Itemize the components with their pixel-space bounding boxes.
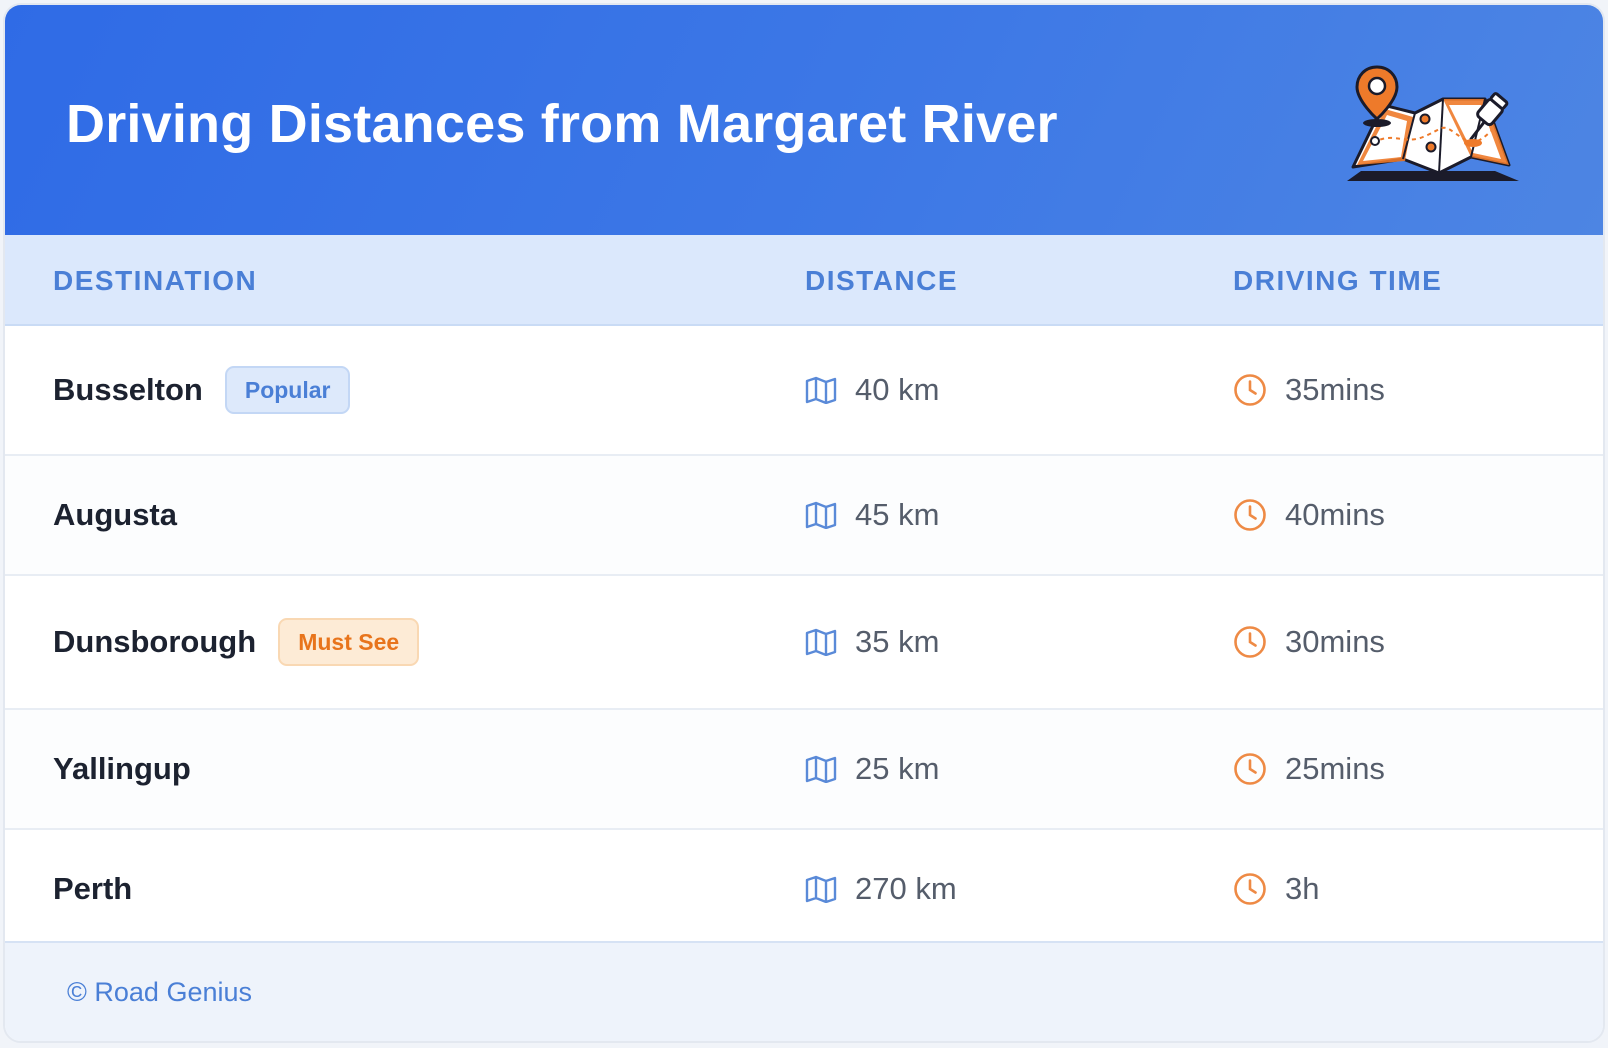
- distance-cell: 270 km: [805, 871, 957, 907]
- distance-value: 35 km: [855, 624, 940, 659]
- column-header-distance: DISTANCE: [805, 265, 959, 296]
- page-title: Driving Distances from Margaret River: [66, 94, 1058, 154]
- time-cell: 40mins: [1233, 497, 1385, 533]
- table-row: Dunsborough Must See 35 km 30mins: [5, 576, 1603, 710]
- distance-table-card: Driving Distances from Margaret River DE…: [3, 3, 1605, 1043]
- map-with-pins-icon: [1347, 65, 1519, 181]
- distance-value: 270 km: [855, 871, 957, 906]
- column-header-driving-time: DRIVING TIME: [1233, 265, 1443, 296]
- distance-cell: 45 km: [805, 497, 939, 533]
- table-row: Augusta 45 km 40mins: [5, 456, 1603, 576]
- table-row: Busselton Popular 40 km 35mins: [5, 326, 1603, 456]
- table-row: Perth 270 km 3h: [5, 830, 1603, 950]
- table-row: Yallingup 25 km 25mins: [5, 710, 1603, 830]
- destination-name: Augusta: [53, 497, 177, 532]
- distance-value: 45 km: [855, 497, 940, 532]
- map-icon: [805, 875, 837, 903]
- distance-cell: 25 km: [805, 751, 939, 787]
- map-icon: [805, 376, 837, 404]
- footer: © Road Genius: [5, 941, 1603, 1041]
- map-icon: [805, 501, 837, 529]
- clock-icon: [1233, 498, 1267, 532]
- destination-cell: Augusta: [53, 497, 177, 533]
- destination-cell: Yallingup: [53, 751, 191, 787]
- time-value: 3h: [1285, 871, 1320, 906]
- time-cell: 30mins: [1233, 624, 1385, 660]
- clock-icon: [1233, 625, 1267, 659]
- destination-name: Dunsborough: [53, 624, 257, 659]
- distance-cell: 35 km: [805, 624, 939, 660]
- copyright-text: © Road Genius: [67, 977, 252, 1007]
- time-cell: 3h: [1233, 871, 1319, 907]
- map-icon: [805, 628, 837, 656]
- clock-icon: [1233, 373, 1267, 407]
- destination-name: Busselton: [53, 372, 203, 407]
- destination-cell: Busselton Popular: [53, 366, 351, 414]
- distance-value: 40 km: [855, 372, 940, 407]
- must-see-badge: Must See: [278, 618, 420, 666]
- distance-cell: 40 km: [805, 372, 939, 408]
- time-value: 40mins: [1285, 497, 1385, 532]
- table-header: DESTINATION DISTANCE DRIVING TIME: [5, 235, 1603, 326]
- destination-name: Yallingup: [53, 751, 191, 786]
- header-banner: Driving Distances from Margaret River: [5, 5, 1603, 235]
- destination-name: Perth: [53, 871, 133, 906]
- destination-cell: Dunsborough Must See: [53, 618, 420, 666]
- destination-cell: Perth: [53, 871, 132, 907]
- distance-value: 25 km: [855, 751, 940, 786]
- time-cell: 35mins: [1233, 372, 1385, 408]
- column-header-destination: DESTINATION: [53, 265, 258, 296]
- popular-badge: Popular: [224, 366, 351, 414]
- time-value: 25mins: [1285, 751, 1385, 786]
- time-value: 30mins: [1285, 624, 1385, 659]
- time-cell: 25mins: [1233, 751, 1385, 787]
- clock-icon: [1233, 872, 1267, 906]
- time-value: 35mins: [1285, 372, 1385, 407]
- map-icon: [805, 755, 837, 783]
- clock-icon: [1233, 752, 1267, 786]
